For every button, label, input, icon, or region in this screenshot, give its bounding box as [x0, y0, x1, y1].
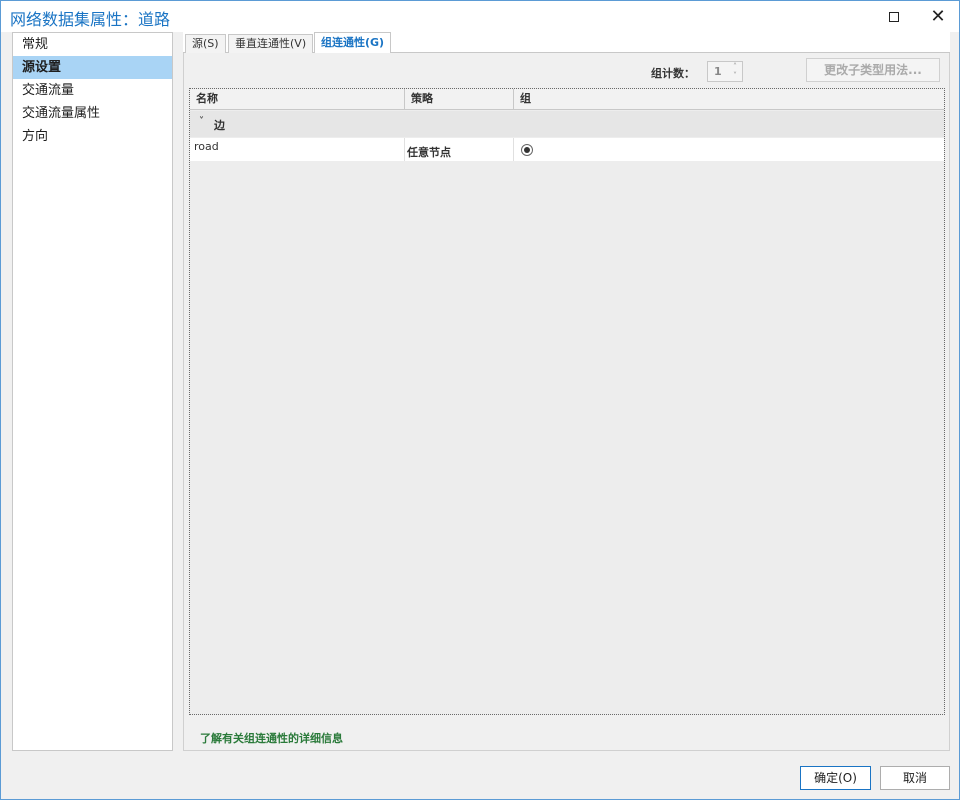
row-group-cell — [514, 138, 940, 161]
group-count-value: 1 — [714, 65, 722, 78]
column-header-strategy[interactable]: 策略 — [405, 89, 514, 110]
sidebar-item-general[interactable]: 常规 — [13, 33, 172, 56]
close-button[interactable]: ✕ — [915, 1, 960, 32]
change-subtype-button[interactable]: 更改子类型用法... — [806, 58, 940, 82]
grid-group-label: 边 — [214, 119, 225, 132]
title-bar: 网络数据集属性：道路 ✕ — [1, 1, 959, 32]
sidebar-item-source-settings[interactable]: 源设置 — [13, 56, 172, 79]
cancel-button[interactable]: 取消 — [880, 766, 950, 790]
tab-group-connectivity[interactable]: 组连通性(G) — [314, 32, 392, 53]
group-count-stepper[interactable]: 1 ˄ ˅ — [707, 61, 743, 82]
ok-button[interactable]: 确定(O) — [800, 766, 871, 790]
maximize-icon — [889, 11, 899, 22]
tab-content: 组计数： 1 ˄ ˅ 更改子类型用法... 名称 策略 组 ˅ 边 road 任意… — [183, 53, 950, 751]
main-panel: 源(S) 垂直连通性(V) 组连通性(G) 组计数： 1 ˄ ˅ 更改子类型用法.… — [183, 32, 950, 751]
window-title: 网络数据集属性：道路 — [10, 10, 171, 29]
group-radio-button[interactable] — [521, 144, 533, 156]
tab-source[interactable]: 源(S) — [185, 34, 226, 53]
column-header-name[interactable]: 名称 — [190, 89, 405, 110]
column-header-group[interactable]: 组 — [514, 89, 940, 110]
row-strategy-cell[interactable]: 任意节点 — [405, 138, 514, 161]
group-count-label: 组计数： — [651, 67, 695, 80]
grid-group-row[interactable]: ˅ 边 — [190, 111, 944, 137]
maximize-button[interactable] — [871, 1, 917, 32]
dialog-window: 网络数据集属性：道路 ✕ 常规 源设置 交通流量 交通流量属性 方向 源(S) … — [0, 0, 960, 800]
learn-more-link[interactable]: 了解有关组连通性的详细信息 — [200, 730, 343, 746]
tab-vertical-connectivity[interactable]: 垂直连通性(V) — [228, 34, 314, 53]
sidebar-item-direction[interactable]: 方向 — [13, 125, 172, 148]
stepper-arrows-icon[interactable]: ˄ ˅ — [730, 62, 740, 81]
sidebar-item-traffic-attributes[interactable]: 交通流量属性 — [13, 102, 172, 125]
tab-strip: 源(S) 垂直连通性(V) 组连通性(G) — [183, 32, 950, 53]
close-icon: ✕ — [930, 5, 946, 27]
sidebar-nav: 常规 源设置 交通流量 交通流量属性 方向 — [12, 32, 173, 751]
sidebar-item-traffic[interactable]: 交通流量 — [13, 79, 172, 102]
row-name-cell: road — [190, 138, 405, 161]
connectivity-grid: 名称 策略 组 ˅ 边 road 任意节点 — [189, 88, 945, 715]
table-row[interactable]: road 任意节点 — [190, 138, 944, 161]
grid-header: 名称 策略 组 — [190, 89, 944, 110]
chevron-down-icon[interactable]: ˅ — [199, 116, 204, 127]
